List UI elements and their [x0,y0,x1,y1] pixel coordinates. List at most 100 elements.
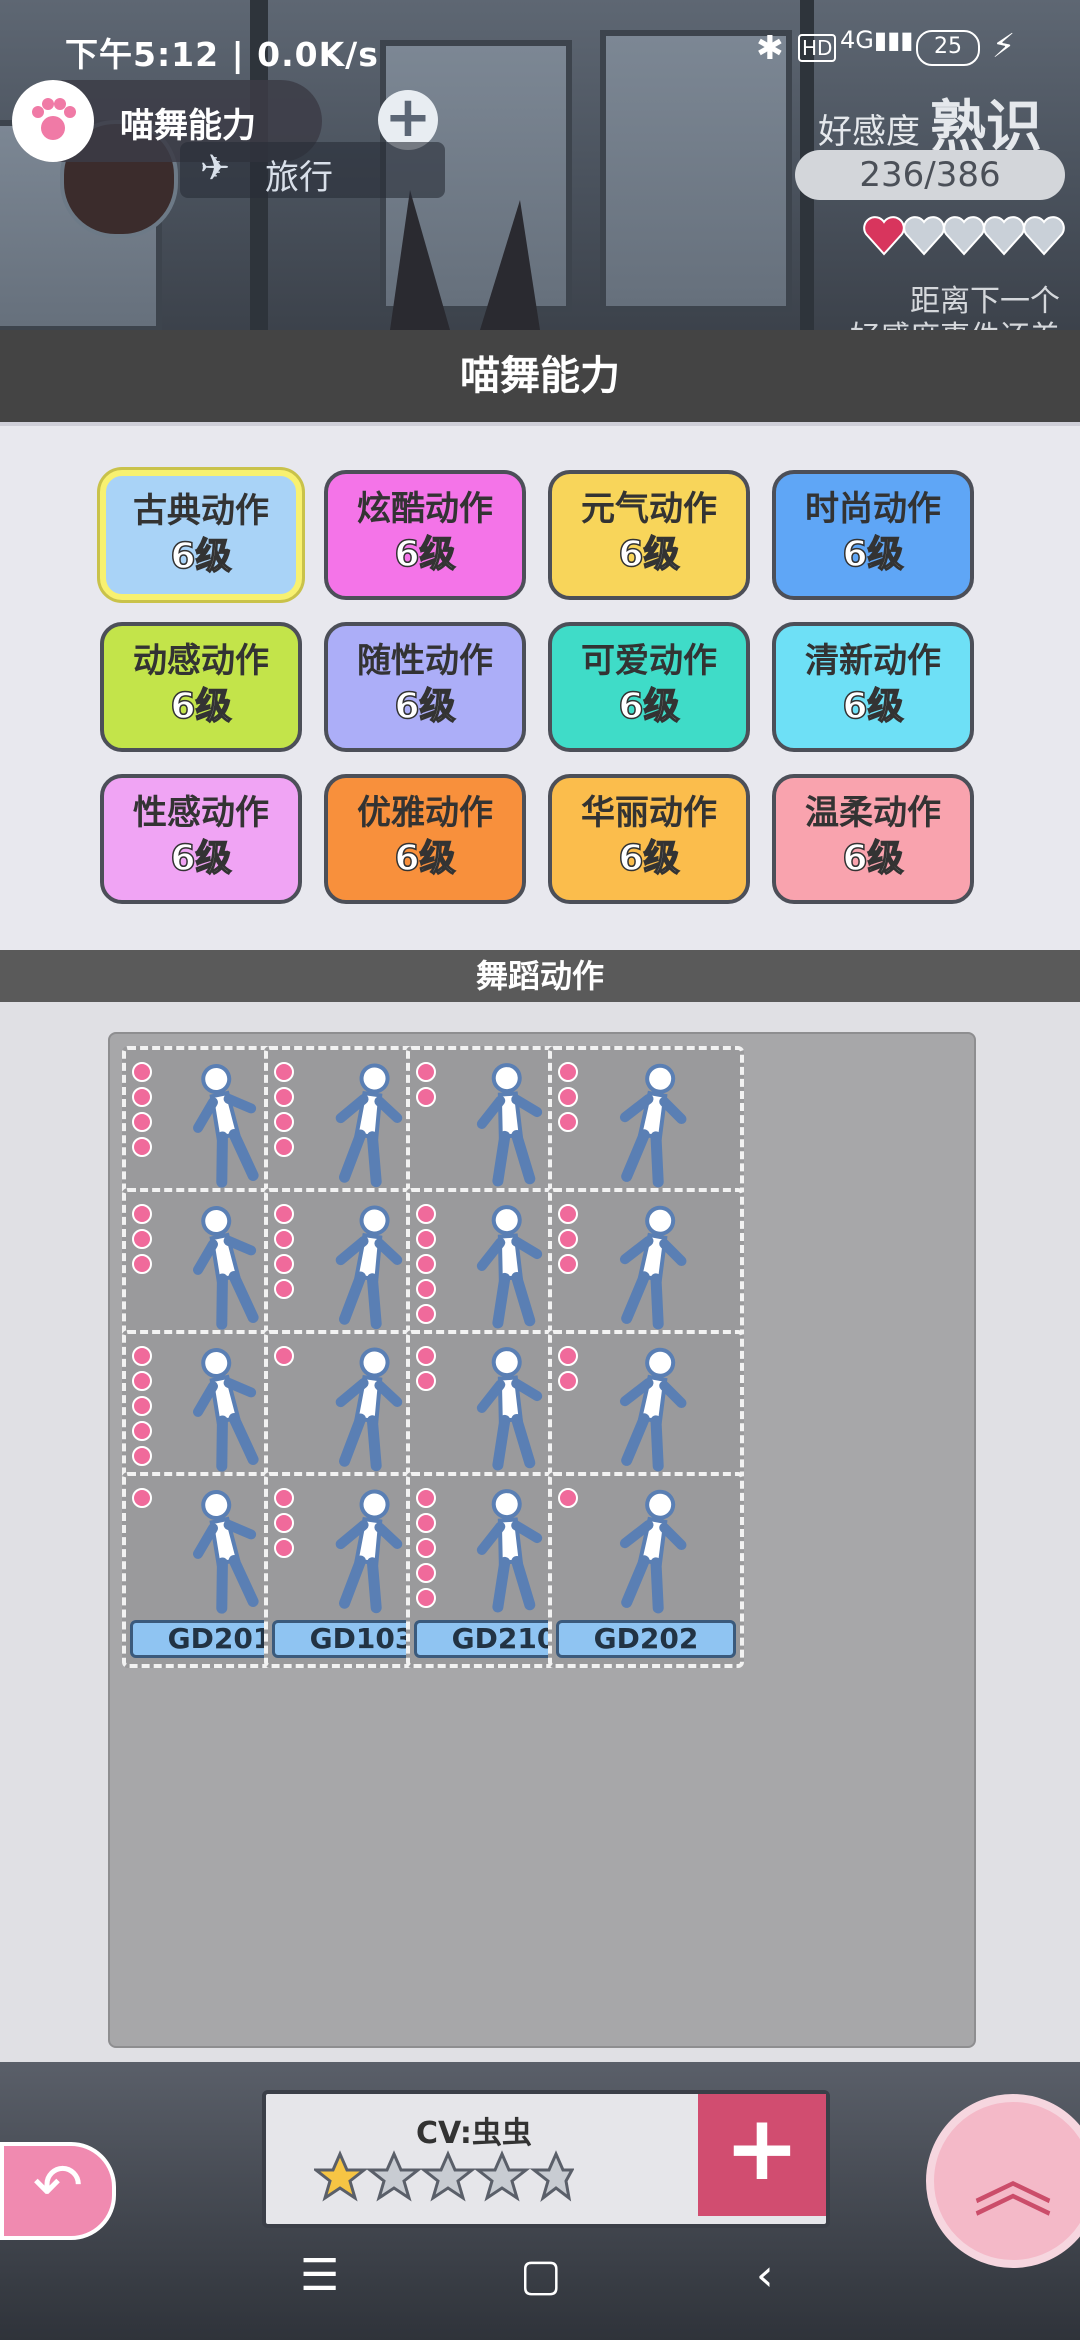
cv-card: CV:虫虫 + [262,2090,830,2228]
cv-label: CV:虫虫 [416,2116,532,2151]
star-icon [132,1254,152,1274]
star-rank [274,1346,296,1371]
ability-button[interactable]: 优雅动作 6级 [324,774,526,904]
ability-level: 6级 [170,685,233,728]
star-rank [416,1346,438,1396]
star-icon [132,1087,152,1107]
star-icon [416,1087,436,1107]
add-button[interactable]: + [378,90,438,150]
ability-button[interactable]: 温柔动作 6级 [772,774,974,904]
heart-rating [862,214,1072,264]
star-icon [416,1563,436,1583]
home-icon[interactable]: ▢ [520,2250,562,2301]
ability-level: 6级 [394,533,457,576]
star-icon [558,1346,578,1366]
star-icon [416,1204,436,1224]
ability-name: 可爱动作 [581,641,717,681]
ability-button[interactable]: 古典动作 6级 [100,470,302,600]
paw-icon [12,80,94,162]
star-icon [274,1538,294,1558]
ability-button[interactable]: 华丽动作 6级 [548,774,750,904]
trip-button[interactable]: ✈ 旅行 [180,142,445,198]
dance-grid: GD208GD105GD102GD205GD104GD207GD209GD206… [108,1032,976,2048]
star-icon [274,1346,294,1366]
dancer-figure-icon [192,1064,259,1188]
star-icon [558,1371,578,1391]
top-title: 喵舞能力 [120,106,256,146]
star-rank [132,1488,154,1513]
ability-button[interactable]: 动感动作 6级 [100,622,302,752]
dancer-figure-icon [476,1063,543,1187]
star-icon [416,1513,436,1533]
trip-label: 旅行 [265,158,333,198]
star-rank [416,1488,438,1613]
charging-icon: ⚡ [992,26,1016,65]
star-icon [558,1087,578,1107]
star-icon [558,1204,578,1224]
dancer-figure-icon [335,1489,403,1614]
dancer-figure-icon [192,1206,259,1330]
star-icon [132,1421,152,1441]
star-icon [558,1112,578,1132]
dancer-figure-icon [476,1489,543,1613]
ability-name: 性感动作 [133,793,269,833]
ability-level: 6级 [618,685,681,728]
hd-icon: HD [798,34,837,62]
ability-name: 优雅动作 [357,793,493,833]
dancer-figure-icon [335,1063,403,1188]
ability-button[interactable]: 时尚动作 6级 [772,470,974,600]
ability-button[interactable]: 随性动作 6级 [324,622,526,752]
ability-button[interactable]: 清新动作 6级 [772,622,974,752]
dancer-figure-icon [192,1348,259,1472]
star-rank [274,1062,296,1162]
star-rank [558,1204,580,1279]
star-icon [274,1137,294,1157]
system-nav-bar: ☰ ▢ ‹ [0,2210,1080,2340]
star-icon [558,1254,578,1274]
ability-button[interactable]: 性感动作 6级 [100,774,302,904]
section-title: 舞蹈动作 [0,950,1080,1002]
star-icon [416,1254,436,1274]
dancer-figure-icon [619,1063,687,1188]
add-button-pink[interactable]: + [698,2094,826,2216]
airplane-icon: ✈ [200,148,231,189]
star-icon [274,1204,294,1224]
star-icon [132,1488,152,1508]
ability-level: 6级 [170,837,233,880]
favor-label: 好感度 [818,112,920,152]
dance-code: GD202 [556,1620,736,1658]
back-nav-icon[interactable]: ‹ [756,2250,774,2301]
star-rating [311,2150,575,2208]
ability-level: 6级 [842,533,905,576]
ability-level: 6级 [842,685,905,728]
star-icon [274,1062,294,1082]
panel-title: 喵舞能力 [0,330,1080,422]
star-rank [274,1204,296,1304]
star-icon [416,1538,436,1558]
ability-name: 炫酷动作 [357,489,493,529]
status-time: 下午5:12 | 0.0K/s [65,35,379,74]
dancer-figure-icon [619,1489,687,1614]
star-rank [558,1488,580,1513]
ability-button[interactable]: 可爱动作 6级 [548,622,750,752]
star-rank [558,1346,580,1396]
dance-card[interactable]: GD202 [548,1472,744,1668]
star-icon [132,1446,152,1466]
star-icon [416,1279,436,1299]
ability-button[interactable]: 元气动作 6级 [548,470,750,600]
star-icon [132,1396,152,1416]
star-icon [416,1062,436,1082]
ability-button[interactable]: 炫酷动作 6级 [324,470,526,600]
star-rank [132,1062,154,1162]
star-icon [274,1279,294,1299]
star-icon [274,1254,294,1274]
star-icon [416,1588,436,1608]
star-rank [132,1346,154,1471]
menu-icon[interactable]: ☰ [300,2250,339,2301]
star-icon [274,1087,294,1107]
star-icon [274,1229,294,1249]
star-icon [132,1112,152,1132]
ability-name: 随性动作 [357,641,493,681]
star-icon [274,1488,294,1508]
star-icon [132,1062,152,1082]
